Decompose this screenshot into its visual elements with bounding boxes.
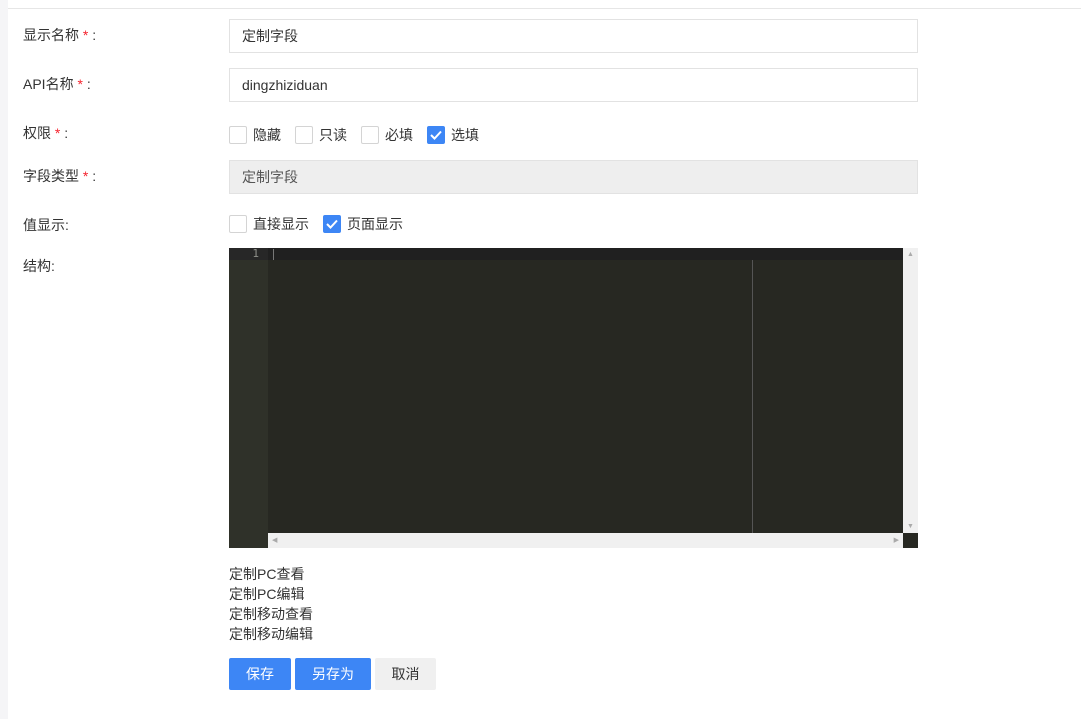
checkbox-page-display[interactable]: 页面显示 [323,214,403,234]
display-name-input[interactable]: 定制字段 [229,19,918,53]
link-custom-mobile-edit[interactable]: 定制移动编辑 [229,624,313,644]
checkbox-box[interactable] [427,126,445,144]
checkbox-readonly[interactable]: 只读 [295,125,347,145]
value-display-options: 直接显示 页面显示 [229,214,417,234]
permission-options: 隐藏 只读 必填 选填 [229,125,493,145]
check-icon [430,130,442,140]
editor-gutter [229,248,268,548]
link-custom-mobile-view[interactable]: 定制移动查看 [229,604,313,624]
scroll-down-icon[interactable]: ▼ [907,523,914,530]
field-type-label: 字段类型 * : [23,168,97,184]
display-name-label: 显示名称 * : [23,27,97,43]
cancel-button[interactable]: 取消 [375,658,436,690]
left-strip [0,0,8,719]
check-icon [326,219,338,229]
checkbox-box[interactable] [229,126,247,144]
line-number: 1 [229,248,259,260]
checkbox-box[interactable] [323,215,341,233]
api-name-input[interactable]: dingzhiziduan [229,68,918,102]
custom-links: 定制PC查看 定制PC编辑 定制移动查看 定制移动编辑 [229,564,313,644]
checkbox-hidden[interactable]: 隐藏 [229,125,281,145]
field-type-input: 定制字段 [229,160,918,194]
active-line [268,248,903,260]
checkbox-optional[interactable]: 选填 [427,125,479,145]
value-display-label: 值显示: [23,217,69,233]
api-name-label: API名称 * : [23,76,91,92]
structure-label: 结构: [23,258,55,274]
scroll-up-icon[interactable]: ▲ [907,251,914,258]
checkbox-box[interactable] [295,126,313,144]
print-margin [752,260,753,533]
horizontal-scrollbar[interactable]: ◀ ▶ [268,533,903,548]
save-as-button[interactable]: 另存为 [295,658,371,690]
divider [8,8,1081,9]
checkbox-required[interactable]: 必填 [361,125,413,145]
checkbox-box[interactable] [229,215,247,233]
permission-label: 权限 * : [23,125,69,141]
checkbox-box[interactable] [361,126,379,144]
text-cursor [273,249,274,260]
link-custom-pc-view[interactable]: 定制PC查看 [229,564,313,584]
vertical-scrollbar[interactable]: ▲ ▼ [903,248,918,533]
code-editor[interactable]: 1 ▲ ▼ ◀ ▶ [229,248,918,548]
link-custom-pc-edit[interactable]: 定制PC编辑 [229,584,313,604]
scroll-left-icon[interactable]: ◀ [272,536,277,544]
save-button[interactable]: 保存 [229,658,291,690]
checkbox-direct-display[interactable]: 直接显示 [229,214,309,234]
scroll-right-icon[interactable]: ▶ [894,536,899,544]
